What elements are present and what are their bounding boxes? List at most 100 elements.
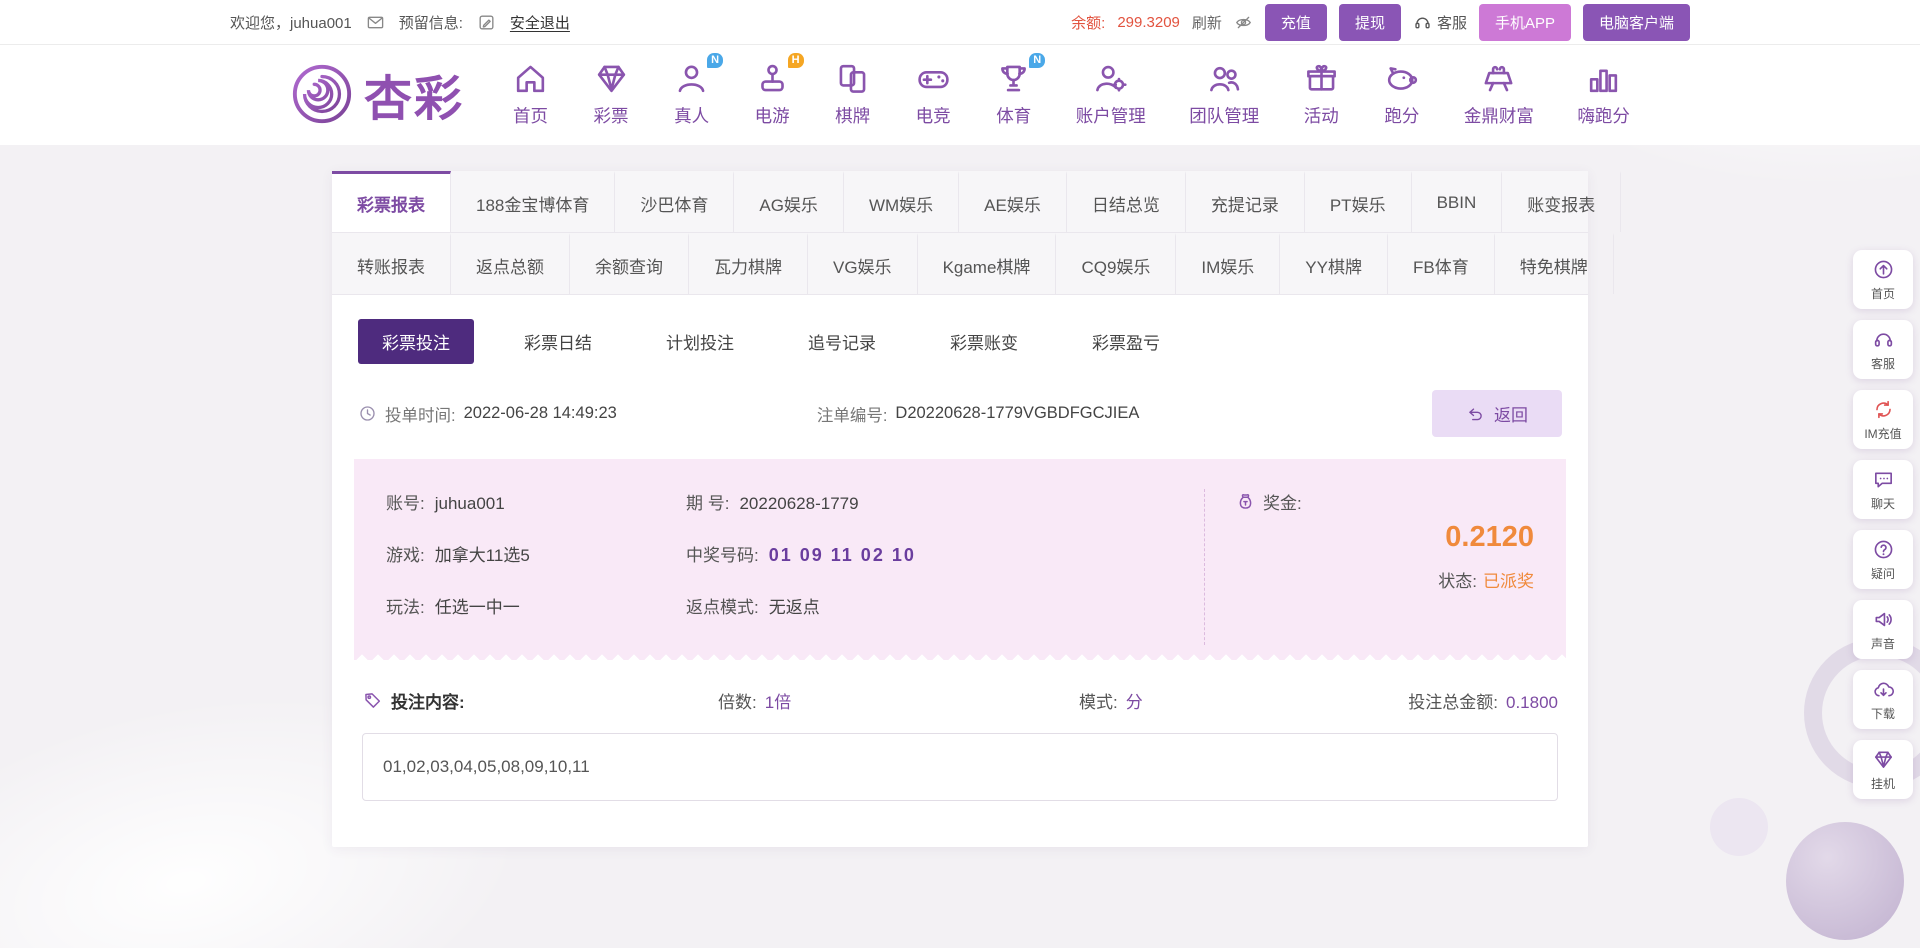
edit-icon[interactable] — [477, 13, 496, 32]
nav-icon — [1480, 60, 1517, 97]
lottery-subtab[interactable]: 计划投注 — [642, 319, 758, 364]
report-tab[interactable]: 返点总额 — [451, 233, 570, 294]
nav-item[interactable]: 彩票 — [593, 60, 630, 128]
report-tab[interactable]: IM娱乐 — [1176, 233, 1280, 294]
nav-item-label: 真人 — [674, 103, 709, 128]
rail-item-icon — [1872, 398, 1895, 421]
rail-item[interactable]: 声音 — [1853, 600, 1913, 659]
withdraw-button[interactable]: 提现 — [1339, 4, 1401, 41]
report-tab-label: 余额查询 — [595, 253, 663, 278]
nav-item[interactable]: 团队管理 — [1189, 60, 1259, 128]
nav-icon — [1206, 60, 1243, 97]
report-tab[interactable]: 充提记录 — [1186, 171, 1305, 232]
customer-service-label: 客服 — [1437, 12, 1467, 33]
customer-service-link[interactable]: 客服 — [1413, 12, 1467, 33]
nav-item[interactable]: N 体育 — [995, 60, 1032, 128]
play-value: 任选一中一 — [435, 593, 520, 618]
logout-link[interactable]: 安全退出 — [510, 12, 570, 33]
nav-item-label: 团队管理 — [1189, 103, 1259, 128]
rail-item-icon — [1872, 538, 1895, 561]
report-tab[interactable]: 188金宝博体育 — [451, 171, 615, 232]
report-tab[interactable]: BBIN — [1412, 171, 1503, 232]
nav-item[interactable]: 金鼎财富 — [1464, 60, 1534, 128]
card-column-2: 期 号:20220628-1779 中奖号码:01 09 11 02 10 返点… — [686, 489, 1204, 645]
lottery-subtab[interactable]: 彩票日结 — [500, 319, 616, 364]
report-tab[interactable]: Kgame棋牌 — [918, 233, 1057, 294]
rail-item[interactable]: 下载 — [1853, 670, 1913, 729]
rail-item-icon — [1872, 748, 1895, 771]
pc-client-button[interactable]: 电脑客户端 — [1583, 4, 1690, 41]
report-tabs-row2: 转账报表 返点总额 余额查询 瓦力棋牌 VG娱乐 Kgame棋牌 CQ9娱乐 I… — [332, 233, 1588, 295]
report-tab[interactable]: YY棋牌 — [1280, 233, 1388, 294]
report-tab[interactable]: AE娱乐 — [959, 171, 1067, 232]
lottery-subtab[interactable]: 彩票账变 — [926, 319, 1042, 364]
nav-item[interactable]: N 真人 — [673, 60, 710, 128]
back-button[interactable]: 返回 — [1432, 390, 1562, 437]
nav-icon — [1092, 60, 1129, 97]
report-tab[interactable]: VG娱乐 — [808, 233, 918, 294]
report-tab[interactable]: FB体育 — [1388, 233, 1495, 294]
report-tab[interactable]: WM娱乐 — [844, 171, 959, 232]
mail-icon[interactable] — [366, 13, 385, 32]
report-tab-label: PT娱乐 — [1330, 191, 1386, 216]
rail-item[interactable]: 挂机 — [1853, 740, 1913, 799]
lottery-subtab-label: 计划投注 — [666, 334, 734, 353]
issue-value: 20220628-1779 — [739, 494, 858, 514]
nav-icon — [1585, 60, 1622, 97]
site-logo[interactable]: 杏彩 — [290, 59, 464, 129]
bet-detail-card: 账号:juhua001 游戏:加拿大11选5 玩法:任选一中一 期 号:2022… — [354, 459, 1566, 649]
nav-item[interactable]: 首页 — [512, 60, 549, 128]
report-tab-label: 瓦力棋牌 — [714, 253, 782, 278]
report-tab-label: 188金宝博体育 — [476, 191, 589, 216]
nav-item[interactable]: 嗨跑分 — [1577, 60, 1630, 128]
rail-item[interactable]: 首页 — [1853, 250, 1913, 309]
report-tab[interactable]: 余额查询 — [570, 233, 689, 294]
rail-item[interactable]: 聊天 — [1853, 460, 1913, 519]
nav-item-label: 电游 — [755, 103, 790, 128]
report-tab[interactable]: 特免棋牌 — [1495, 233, 1614, 294]
nav-item[interactable]: 账户管理 — [1076, 60, 1146, 128]
nav-item[interactable]: H 电游 — [754, 60, 791, 128]
lottery-subtab[interactable]: 彩票盈亏 — [1068, 319, 1184, 364]
nav-item[interactable]: 电竞 — [915, 60, 952, 128]
eye-off-icon[interactable] — [1234, 13, 1253, 32]
nav-item[interactable]: 跑分 — [1383, 60, 1420, 128]
report-tab-label: 彩票报表 — [357, 191, 425, 216]
nav-item-label: 棋牌 — [835, 103, 870, 128]
rail-item[interactable]: 疑问 — [1853, 530, 1913, 589]
nav-item-label: 彩票 — [594, 103, 629, 128]
report-tab[interactable]: 转账报表 — [332, 233, 451, 294]
recharge-button[interactable]: 充值 — [1265, 4, 1327, 41]
report-tab[interactable]: AG娱乐 — [734, 171, 844, 232]
rail-item[interactable]: IM充值 — [1853, 390, 1913, 449]
mobile-app-button[interactable]: 手机APP — [1479, 4, 1571, 41]
report-tab[interactable]: 彩票报表 — [332, 171, 451, 232]
clock-icon — [358, 404, 377, 423]
report-tab[interactable]: 账变报表 — [1502, 171, 1621, 232]
report-tab-label: 账变报表 — [1527, 191, 1595, 216]
report-tab[interactable]: CQ9娱乐 — [1056, 233, 1176, 294]
lottery-subtab[interactable]: 追号记录 — [784, 319, 900, 364]
floating-sidebar: 首页 客服 IM充值 聊天 疑问 声音 下载 挂机 — [1853, 250, 1913, 799]
lottery-subtab[interactable]: 彩票投注 — [358, 319, 474, 364]
report-tab[interactable]: 日结总览 — [1067, 171, 1186, 232]
status-badge: 已派奖 — [1483, 572, 1534, 591]
background-small-circle-decoration — [1710, 798, 1768, 856]
rail-item[interactable]: 客服 — [1853, 320, 1913, 379]
report-tab-label: BBIN — [1437, 193, 1477, 213]
money-bag-icon — [1235, 491, 1256, 512]
report-tab-label: AG娱乐 — [759, 191, 818, 216]
nav-item[interactable]: 活动 — [1303, 60, 1340, 128]
nav-badge: N — [1029, 53, 1045, 68]
nav-item[interactable]: 棋牌 — [834, 60, 871, 128]
refresh-balance-link[interactable]: 刷新 — [1192, 12, 1222, 33]
report-panel: 彩票报表 188金宝博体育 沙巴体育 AG娱乐 WM娱乐 AE娱乐 日结总览 充… — [332, 171, 1588, 847]
account-value: juhua001 — [435, 494, 505, 514]
report-tab[interactable]: PT娱乐 — [1305, 171, 1412, 232]
nav-icon — [512, 60, 549, 97]
card-column-bonus: 奖金: 0.2120 状态:已派奖 — [1204, 489, 1534, 645]
lottery-subtab-label: 彩票盈亏 — [1092, 334, 1160, 353]
report-tab[interactable]: 瓦力棋牌 — [689, 233, 808, 294]
report-tab-label: WM娱乐 — [869, 191, 933, 216]
report-tab[interactable]: 沙巴体育 — [615, 171, 734, 232]
